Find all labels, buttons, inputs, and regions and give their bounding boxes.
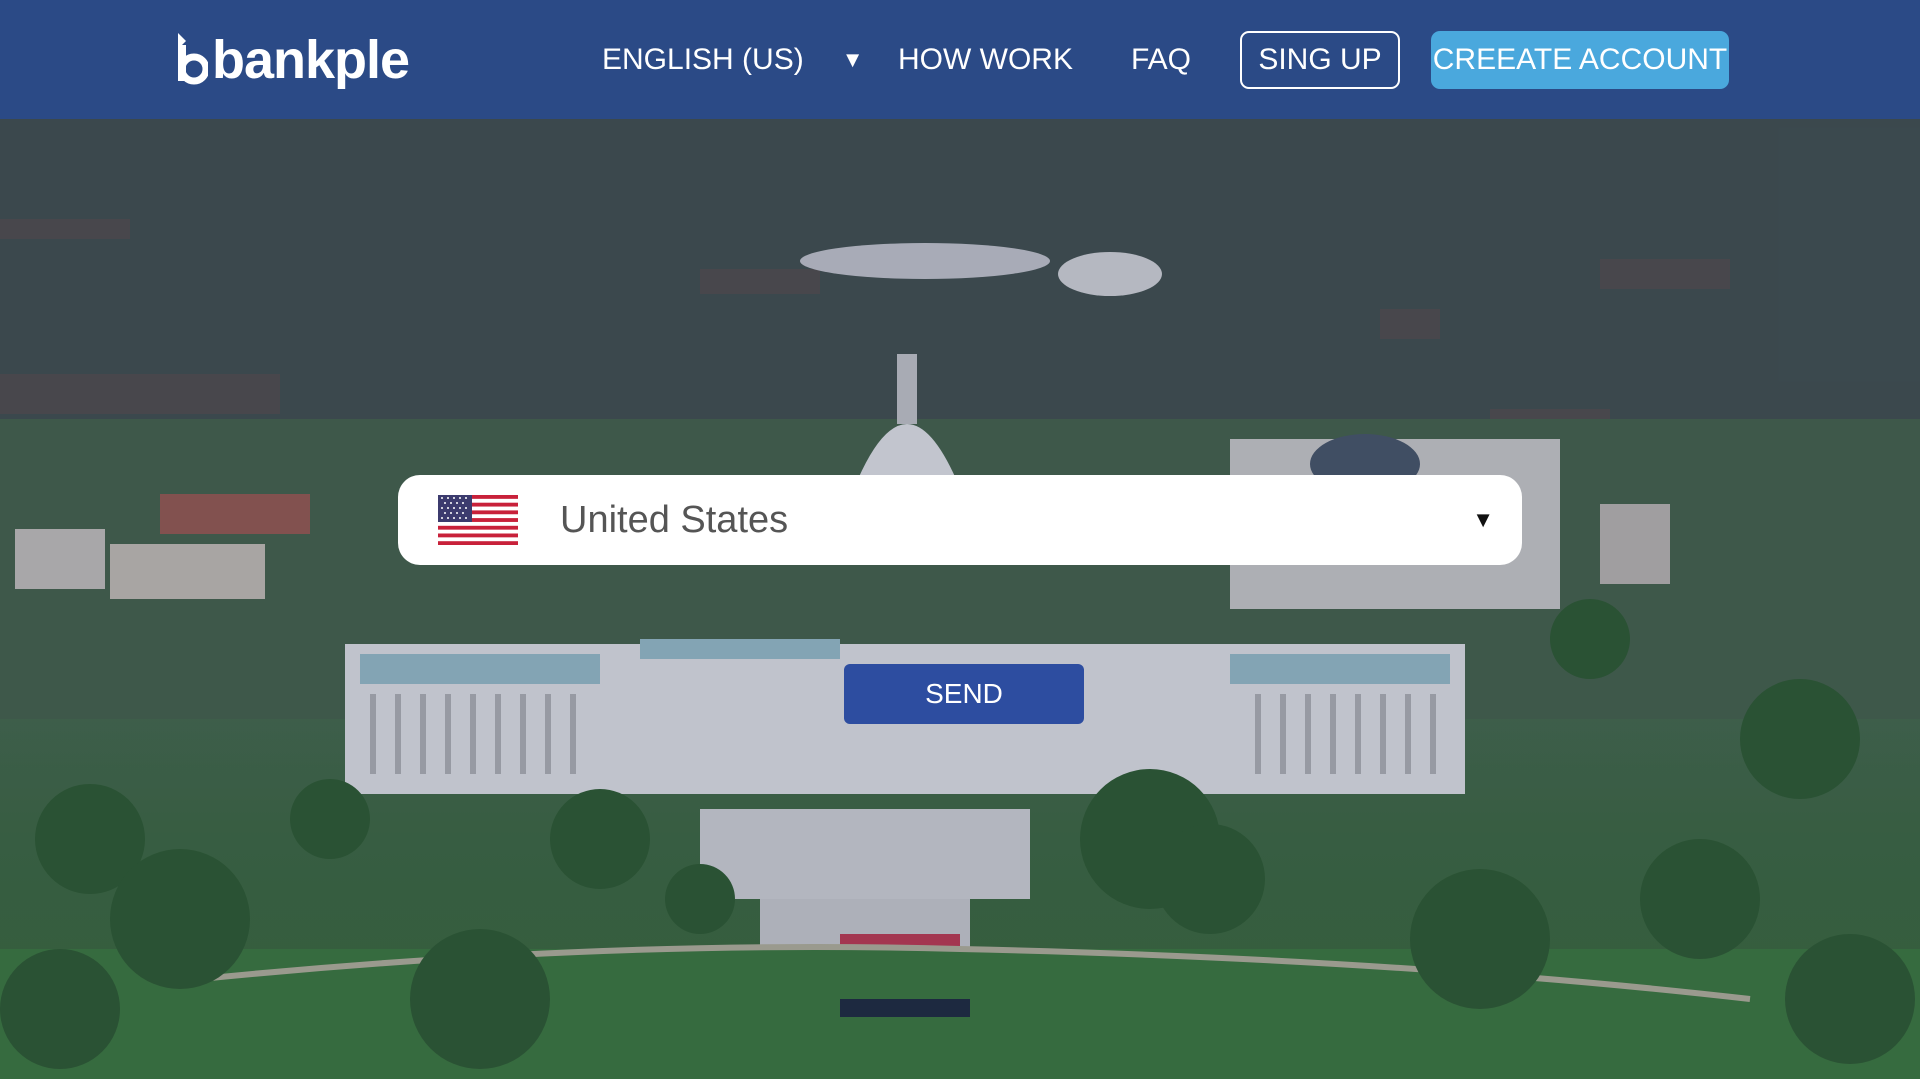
hero-background-image [0, 119, 1920, 1079]
selected-country-label: United States [560, 499, 789, 541]
logo-mark-icon [178, 33, 208, 85]
send-button[interactable]: SEND [844, 664, 1084, 724]
nav-link-how-work[interactable]: HOW WORK [898, 40, 1073, 80]
language-label: ENGLISH (US) [602, 43, 804, 76]
language-selector[interactable]: ENGLISH (US) ▼ [602, 40, 863, 80]
top-navigation-bar: bankple ENGLISH (US) ▼ HOW WORK FAQ SING… [0, 0, 1920, 119]
country-selector[interactable]: United States ▼ [398, 475, 1522, 565]
hero-tint-overlay [0, 119, 1920, 1079]
nav-link-faq[interactable]: FAQ [1131, 40, 1191, 80]
caret-down-icon: ▼ [841, 47, 864, 72]
create-account-button[interactable]: CREEATE ACCOUNT [1431, 31, 1729, 89]
caret-down-icon[interactable]: ▼ [1472, 475, 1494, 565]
sign-up-button[interactable]: SING UP [1240, 31, 1400, 89]
us-flag-icon [438, 495, 518, 545]
brand-logo[interactable]: bankple [172, 28, 410, 92]
logo-text: bankple [212, 30, 410, 90]
